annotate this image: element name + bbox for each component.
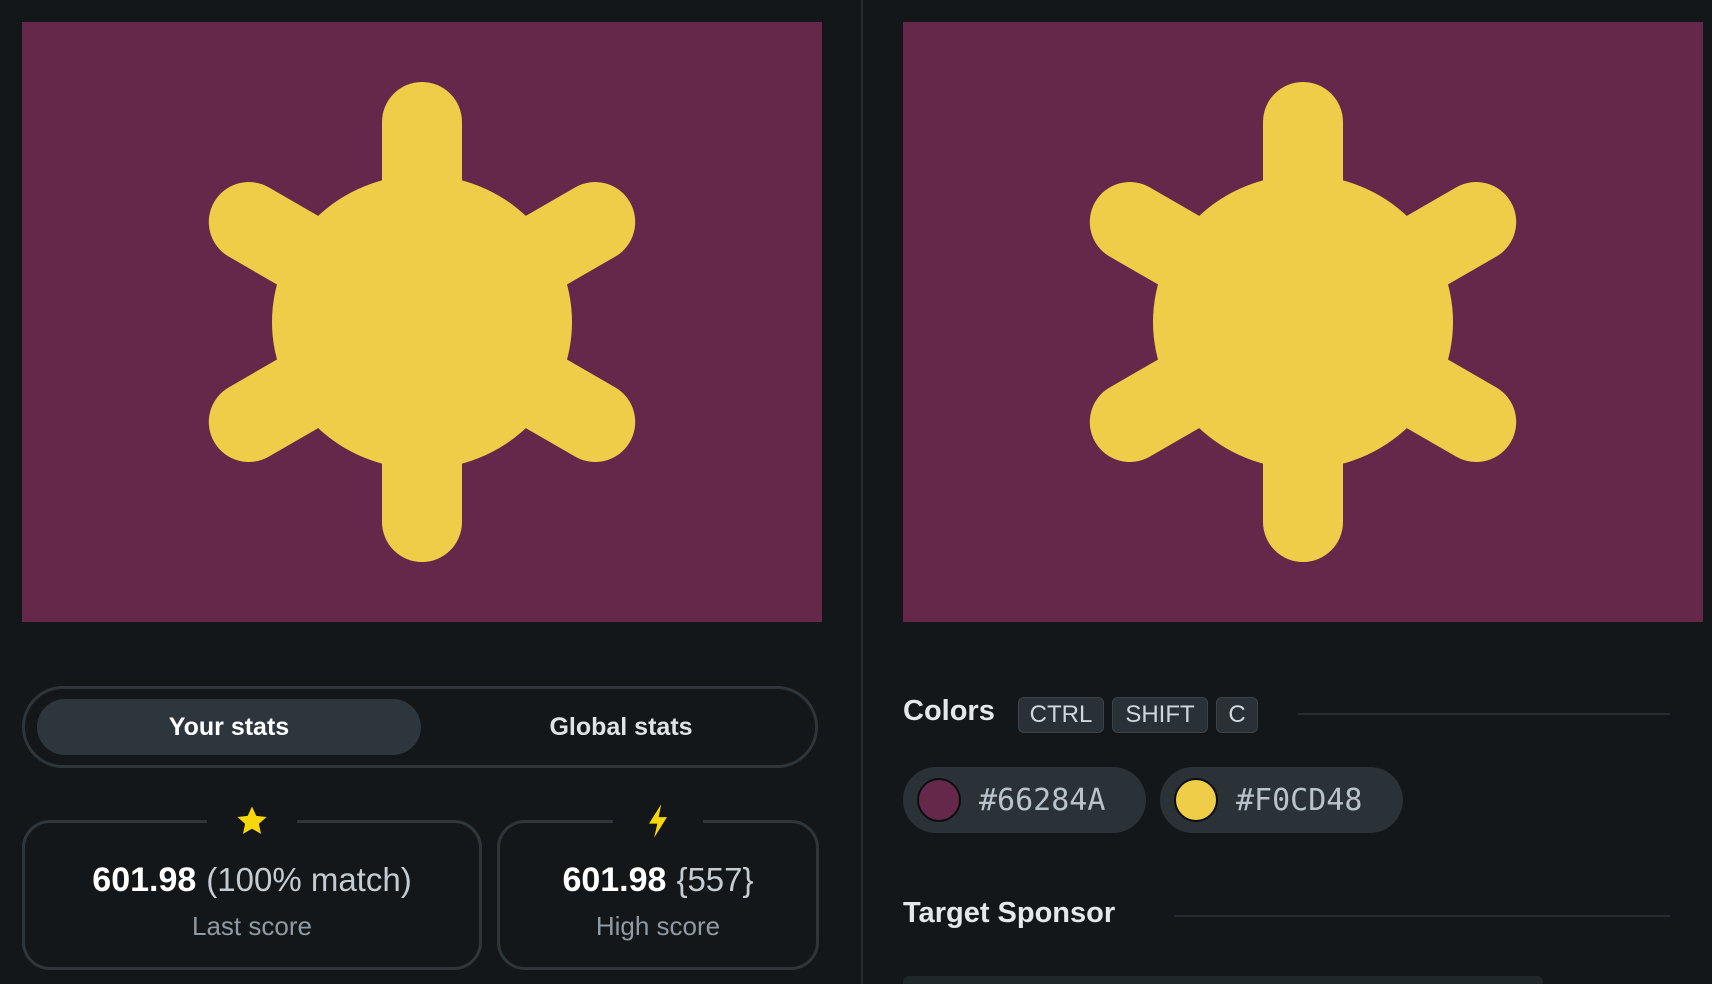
- high-score-card: 601.98 {557} High score: [497, 801, 819, 970]
- star-icon: [207, 801, 297, 841]
- tab-your-stats[interactable]: Your stats: [37, 699, 421, 755]
- shape-core: [272, 175, 572, 469]
- sponsor-divider: [1174, 915, 1670, 917]
- color-swatch-button[interactable]: #F0CD48: [1160, 767, 1403, 833]
- last-score-label: Last score: [192, 911, 312, 941]
- colors-divider: [1298, 713, 1670, 715]
- player-canvas-svg: [22, 22, 822, 622]
- target-canvas-svg: [903, 22, 1703, 622]
- last-score-card: 601.98 (100% match) Last score: [22, 801, 482, 970]
- color-hex-label: #F0CD48: [1236, 782, 1363, 818]
- panel-divider: [861, 0, 863, 984]
- last-score-value: 601.98: [92, 861, 197, 899]
- stats-toggle: Your stats Global stats: [22, 686, 818, 768]
- target-sponsor-heading: Target Sponsor: [903, 897, 1116, 929]
- shortcut-key-shift: SHIFT: [1112, 697, 1208, 733]
- color-swatch-button[interactable]: #66284A: [903, 767, 1146, 833]
- high-score-rank: {557}: [676, 861, 754, 898]
- shortcut-key-ctrl: CTRL: [1018, 697, 1104, 733]
- color-dot: [917, 778, 961, 822]
- high-score-value: 601.98: [562, 861, 667, 899]
- last-score-line: 601.98 (100% match): [25, 861, 479, 900]
- tab-global-stats[interactable]: Global stats: [429, 699, 813, 755]
- lightning-icon: [613, 801, 703, 841]
- colors-heading: Colors: [903, 695, 995, 727]
- last-score-match: (100% match): [206, 861, 412, 898]
- shortcut-key-c: C: [1216, 697, 1258, 733]
- player-canvas[interactable]: [22, 22, 822, 622]
- shape-core: [1153, 175, 1453, 469]
- app-stage: Your stats Global stats 601.98 (100% matc…: [0, 0, 1712, 984]
- sponsor-card: [903, 976, 1543, 984]
- target-canvas: [903, 22, 1703, 622]
- high-score-label: High score: [595, 911, 721, 941]
- high-score-line: 601.98 {557}: [500, 861, 816, 900]
- color-dot: [1174, 778, 1218, 822]
- color-hex-label: #66284A: [979, 782, 1106, 818]
